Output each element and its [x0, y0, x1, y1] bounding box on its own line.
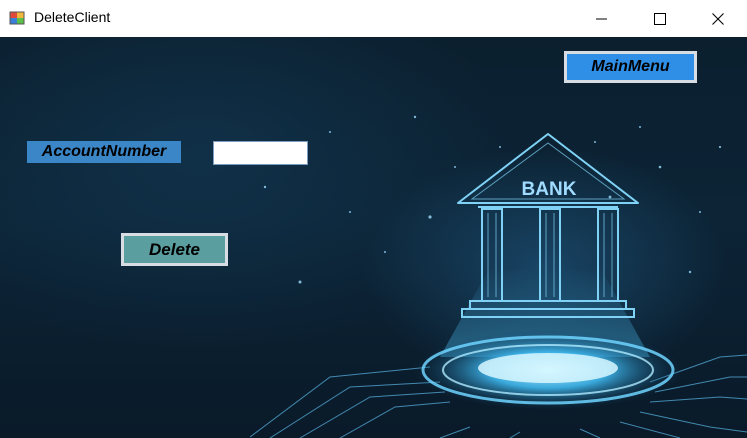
bank-sign-text: BANK — [522, 179, 577, 200]
maximize-button[interactable] — [631, 0, 689, 37]
delete-button[interactable]: Delete — [121, 233, 228, 266]
bank-background-illustration: BANK — [249, 115, 747, 438]
maximize-icon — [654, 12, 666, 25]
form-client-area: BANK MainMenu AccountNumber Delete — [0, 37, 747, 438]
minimize-button[interactable] — [573, 0, 631, 37]
stars — [263, 115, 722, 284]
app-icon — [9, 11, 25, 25]
main-menu-button[interactable]: MainMenu — [564, 51, 697, 83]
close-icon — [712, 12, 724, 25]
account-number-input[interactable] — [213, 141, 308, 165]
minimize-icon — [596, 18, 607, 19]
title-bar[interactable]: DeleteClient — [0, 0, 747, 37]
delete-client-window: DeleteClient BANK MainMenu AccountNumber… — [0, 0, 747, 438]
window-title: DeleteClient — [34, 9, 111, 25]
close-button[interactable] — [689, 0, 747, 37]
account-number-label: AccountNumber — [27, 141, 181, 163]
